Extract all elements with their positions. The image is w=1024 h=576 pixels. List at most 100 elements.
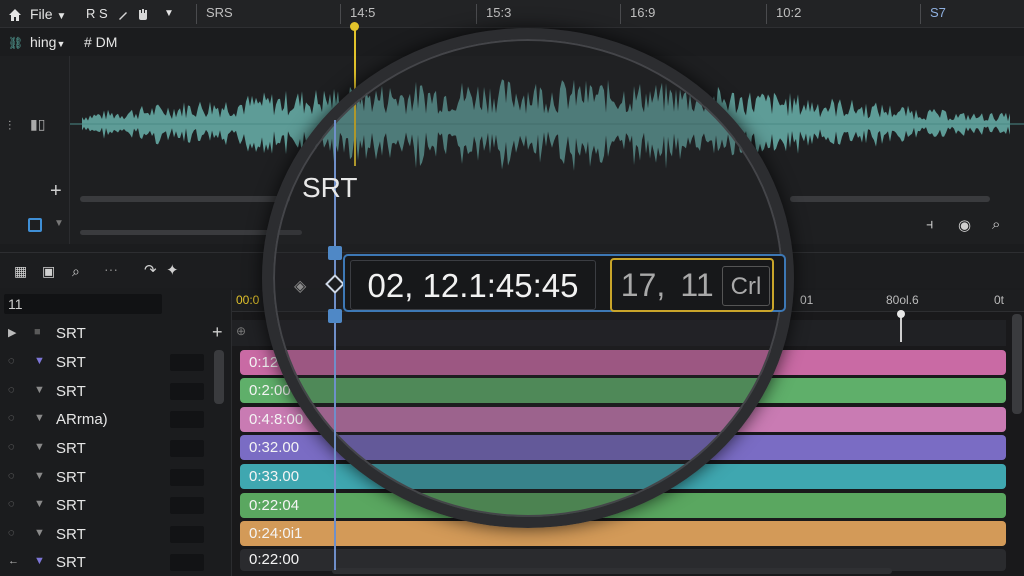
timecode-main[interactable]: 02, 12.1:45:45 [350,260,596,310]
track-name: SRT [56,383,86,400]
rs-label: R S [86,6,108,21]
ruler-mid-label: 01 [800,293,814,307]
file-menu[interactable]: File ▼ [30,0,66,28]
track-name: ARrma) [56,411,108,428]
track-meter [170,411,204,428]
track-name: SRT [56,554,86,571]
ruler-start-label: 00:0 [236,293,260,307]
sparkle-icon[interactable]: ✦ [166,261,179,279]
track-meter [170,383,204,400]
track-meter [170,354,204,371]
track-name: SRT [56,325,86,342]
back-arrow-icon[interactable]: ← [8,555,22,567]
playhead-top-handle[interactable] [328,246,342,260]
collapse-icon[interactable]: ▼ [34,355,48,367]
track-meter [170,526,204,543]
waveform-scrollbar-right[interactable] [790,196,990,202]
track-row[interactable]: ◌ ▼ ARrma) [0,406,232,434]
track-row[interactable]: ◌ ▼ SRT [0,378,232,406]
file-menu-label: File [30,6,53,22]
ruler-tick [620,4,621,24]
collapse-icon[interactable]: ▼ [34,555,48,567]
hand-icon[interactable] [136,0,150,28]
ruler-tick [766,4,767,24]
playhead-handle[interactable] [350,22,359,31]
waveform-scrollbar[interactable] [80,196,290,202]
link-icon: ⛓ [8,36,24,50]
home-icon[interactable] [8,0,22,28]
collapse-icon[interactable]: ▼ [34,384,48,396]
chevron-down-icon: ▼ [56,11,67,22]
ruler-tick [476,4,477,24]
clip[interactable]: 0:24:0i1 [240,521,1006,546]
add-icon[interactable]: + [50,180,62,203]
tag-label[interactable]: # DM [84,34,117,50]
timeline-scrollbar[interactable] [1012,314,1022,414]
clip-time: 0:33.00 [249,468,300,485]
clip-time: 0:22:00 [249,551,300,568]
record-icon[interactable]: ◌ [8,384,22,396]
ruler-label: 10:2 [776,5,802,20]
marker-handle[interactable] [897,310,905,318]
collapse-icon[interactable]: ▼ [34,498,48,510]
track-row[interactable]: ▶ ■ SRT [0,320,232,348]
chevron-down-icon: ▼ [56,39,66,49]
split-icon[interactable]: ⫞ [926,216,934,233]
pencil-icon[interactable] [116,0,130,28]
clip-icon[interactable]: ▣ [42,263,55,280]
track-row[interactable]: ◌ ▼ SRT [0,521,232,549]
collapse-icon[interactable]: ▼ [34,470,48,482]
timecode-subframes: 11 [680,267,714,303]
chevron-down-icon[interactable]: ▼ [54,218,64,229]
meter-icon[interactable]: ▮▯ [30,116,45,133]
loop-icon[interactable]: ◌ [8,470,22,482]
note-icon[interactable] [28,218,42,232]
redo-icon[interactable]: ↷ [144,261,157,279]
record-icon[interactable]: ◌ [8,498,22,510]
record-icon[interactable]: ◌ [8,412,22,424]
marker-icon[interactable]: ⊕ [236,324,246,338]
track-meter [170,554,204,571]
track-row[interactable]: ← ▼ SRT [0,549,232,576]
track-row[interactable]: ◌ ▼ SRT [0,492,232,520]
track-name: SRT [56,469,86,486]
track-list-scrollbar[interactable] [214,350,224,404]
keyframe-nav-icon[interactable]: ◈ [294,276,306,296]
track-meter [170,469,204,486]
ruler-label: 16:9 [630,5,656,20]
track-square-icon: ■ [34,326,41,338]
waveform-overlay-label: SRT [302,172,358,203]
levels-icon[interactable]: ⫶ [8,118,11,134]
playhead-bottom-handle[interactable] [328,309,342,323]
track-list: 11 + ▶ ■ SRT ◌ ▼ SRT ◌ ▼ SRT ◌ ▼ ARrma) … [0,290,232,576]
collapse-icon[interactable]: ▼ [34,527,48,539]
collapse-icon[interactable]: ▼ [34,412,48,424]
workspace-selector[interactable]: hing▼ [30,34,65,50]
track-row[interactable]: ◌ ▼ SRT [0,464,232,492]
zoom-icon[interactable]: ⌕ [992,216,1000,233]
track-name: SRT [56,354,86,371]
more-icon[interactable]: ··· [104,261,118,277]
track-name: SRT [56,526,86,543]
collapse-icon[interactable]: ▼ [34,441,48,453]
top-toolbar: File ▼ R S ▼ SRS 14:5 15:3 16:9 10:2 S7 [0,0,1024,28]
eye-icon[interactable]: ◉ [958,216,971,234]
timecode-mode-button[interactable]: Crl [722,266,770,306]
ruler-right-label: 80ol.6 [886,293,919,307]
track-row[interactable]: ◌ ▼ SRT [0,349,232,377]
workspace-label: hing [30,34,57,50]
ruler-label: 15:3 [486,5,512,20]
ruler-label: SRS [206,5,233,20]
chevron-down-icon[interactable]: ▼ [164,0,174,28]
grid-icon[interactable]: ▦ [14,263,27,280]
timeline-h-scrollbar[interactable] [332,568,892,574]
track-search-input[interactable]: 11 [4,294,162,314]
expand-icon[interactable]: ▶ [8,326,22,339]
record-icon[interactable]: ◌ [8,355,22,367]
record-icon[interactable]: ◌ [8,527,22,539]
record-icon[interactable]: ◌ [8,441,22,453]
ruler-tick [340,4,341,24]
search-icon[interactable]: ⌕ [72,263,80,280]
track-row[interactable]: ◌ ▼ SRT [0,435,232,463]
track-meter [170,440,204,457]
